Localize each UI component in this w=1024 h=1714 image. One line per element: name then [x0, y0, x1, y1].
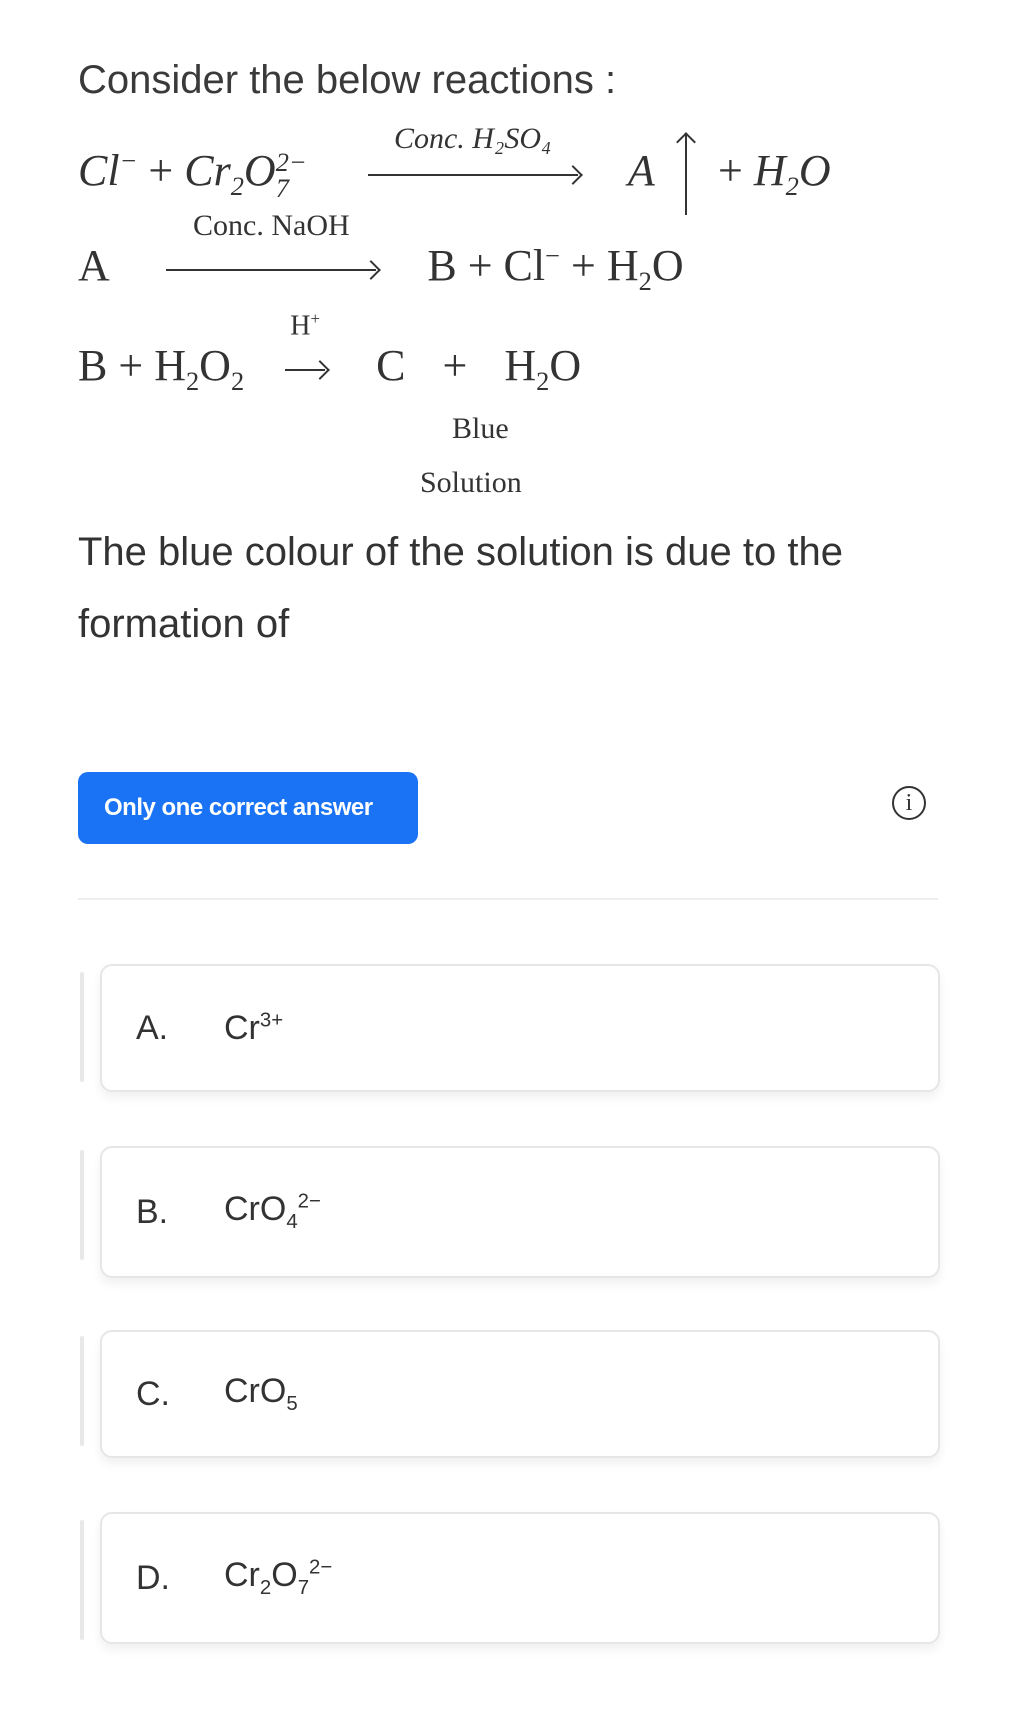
formula-charge: 2−	[309, 1556, 333, 1579]
charge: +	[310, 308, 320, 328]
formula-subscript: 4	[286, 1210, 298, 1233]
subscript: 2	[638, 265, 652, 296]
subscript: 2	[230, 365, 245, 396]
oxygen: O	[199, 341, 231, 390]
arrow-condition: Conc. NaOH	[193, 208, 350, 242]
charge: −	[119, 145, 138, 176]
formula-charge: 2−	[297, 1190, 321, 1213]
option-letter: D.	[136, 1558, 170, 1597]
condition-h: H	[290, 310, 311, 342]
reaction-arrow: Conc. H₂SO₄	[367, 122, 578, 176]
reaction-arrow: H+	[285, 309, 326, 371]
formula-base: Cr	[224, 1008, 260, 1047]
option-formula: Cr2O72−	[224, 1556, 332, 1600]
reactant-peroxide: H	[154, 341, 186, 390]
reaction-3: B + H2O2 H+ C + H2O	[78, 309, 582, 397]
product-water: H	[504, 341, 537, 390]
arrow-condition: Conc. H₂SO₄	[393, 122, 552, 155]
oxygen: O	[243, 146, 276, 196]
reactant-a: A	[78, 241, 108, 290]
option-letter: A.	[136, 1008, 169, 1047]
charge: −	[545, 240, 561, 271]
answer-type-badge: Only one correct answer	[78, 772, 418, 844]
subscript: 2	[185, 365, 200, 396]
product-water: H	[606, 241, 639, 290]
option-formula: CrO42−	[224, 1190, 321, 1234]
gas-evolved-arrow-icon	[685, 135, 688, 215]
solution-label: Solution	[420, 466, 522, 499]
option-indicator	[80, 1520, 84, 1640]
formula-base: CrO	[224, 1190, 287, 1229]
intro-text: Consider the below reactions :	[78, 58, 617, 102]
formula-subscript: 2	[259, 1576, 272, 1599]
reactant-b: B	[78, 341, 108, 390]
formula-subscript: 7	[297, 1576, 310, 1599]
product-c: C	[376, 341, 406, 390]
reactant-chloride: Cl	[78, 146, 120, 196]
info-icon[interactable]: i	[892, 786, 926, 820]
product-a: A	[627, 146, 655, 196]
option-formula: CrO5	[224, 1372, 298, 1416]
divider	[78, 898, 938, 900]
plus-sign: +	[467, 241, 493, 290]
oxygen: O	[549, 341, 582, 390]
option-letter: B.	[136, 1192, 169, 1231]
arrow-condition: H+	[285, 309, 325, 342]
blue-label: Blue	[452, 412, 509, 445]
question-text: The blue colour of the solution is due t…	[78, 530, 843, 646]
option-a[interactable]: A. Cr3+	[100, 964, 940, 1092]
reactant-dichromate: Cr	[184, 146, 231, 196]
plus-sign: +	[571, 241, 596, 290]
oxygen: O	[798, 146, 831, 196]
formula-base: CrO	[224, 1372, 287, 1411]
reaction-2: A Conc. NaOH B + Cl− + H2O	[78, 209, 684, 297]
plus-sign: +	[442, 341, 468, 390]
option-d[interactable]: D. Cr2O72−	[100, 1512, 940, 1644]
subscript: 2	[230, 170, 244, 201]
subscript: 2	[536, 365, 550, 396]
option-indicator	[80, 1336, 84, 1446]
charge: 2−	[275, 146, 307, 177]
product-water: H	[753, 146, 786, 196]
product-b: B	[427, 241, 457, 290]
option-formula: Cr3+	[224, 1009, 283, 1048]
option-c[interactable]: C. CrO5	[100, 1330, 940, 1458]
reaction-1: Cl− + Cr2O 2− 7 Conc. H₂SO₄ A + H2O	[78, 122, 831, 215]
formula-charge: 3+	[259, 1009, 284, 1032]
subscript: 7	[275, 173, 289, 203]
option-b[interactable]: B. CrO42−	[100, 1146, 940, 1278]
oxygen: O	[651, 241, 684, 290]
option-indicator	[80, 1150, 84, 1260]
reaction-arrow: Conc. NaOH	[166, 209, 377, 271]
subscript: 2	[785, 170, 799, 201]
product-chloride: Cl	[503, 241, 546, 290]
option-indicator	[80, 972, 84, 1082]
plus-sign: +	[148, 146, 174, 196]
formula-base: Cr	[224, 1556, 260, 1595]
option-letter: C.	[136, 1374, 170, 1413]
formula-base: O	[271, 1556, 298, 1595]
plus-sign: +	[118, 341, 144, 390]
plus-sign: +	[718, 146, 743, 196]
formula-subscript: 5	[286, 1392, 298, 1415]
